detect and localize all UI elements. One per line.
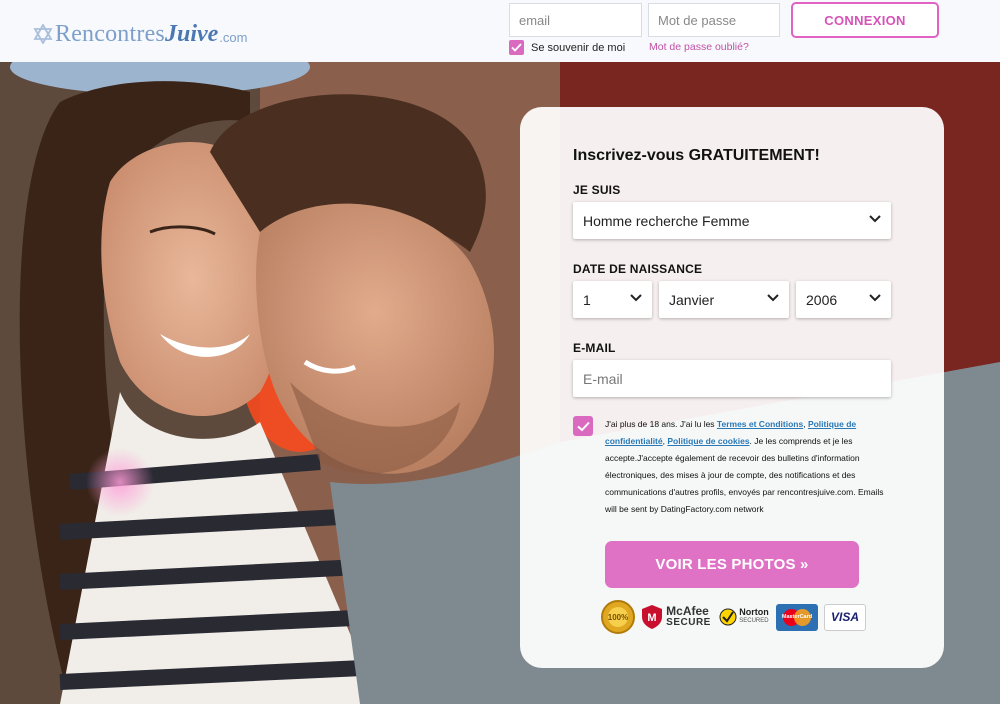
norton-check-icon <box>719 608 737 626</box>
terms-conditions-link[interactable]: Termes et Conditions <box>717 419 803 429</box>
checkbox-checked-icon <box>511 43 522 52</box>
signup-title: Inscrivez-vous GRATUITEMENT! <box>573 147 820 164</box>
norton-badge: Norton SECURED <box>718 599 770 635</box>
terms-text-part: . Je les comprends et je les accepte.J'a… <box>605 436 884 514</box>
view-photos-button[interactable]: VOIR LES PHOTOS » <box>605 541 859 588</box>
visa-badge: VISA <box>824 599 866 635</box>
signup-email-input[interactable]: E-mail <box>573 360 891 397</box>
logo-text-rencontres: Rencontres <box>55 20 165 47</box>
remember-me-checkbox[interactable] <box>509 40 524 55</box>
chevron-down-icon <box>869 294 881 302</box>
terms-checkbox[interactable] <box>573 416 593 436</box>
dob-month-value: Janvier <box>669 291 715 308</box>
remember-me[interactable]: Se souvenir de moi <box>509 40 625 55</box>
dob-day-select[interactable]: 1 <box>573 281 652 318</box>
login-email-input[interactable]: email <box>509 3 642 37</box>
checkbox-checked-icon <box>576 421 590 431</box>
norton-text: Norton <box>739 607 769 617</box>
logo-text-juive: Juive <box>164 20 219 47</box>
chevron-down-icon <box>630 294 642 302</box>
terms-text: J'ai plus de 18 ans. J'ai lu les Termes … <box>605 416 890 518</box>
gender-select-value: Homme recherche Femme <box>583 212 750 229</box>
remember-me-label: Se souvenir de moi <box>531 41 626 54</box>
gender-select[interactable]: Homme recherche Femme <box>573 202 891 239</box>
svg-text:100%: 100% <box>608 613 628 622</box>
logo-text-domain: .com <box>219 29 248 45</box>
star-of-david-icon <box>33 24 53 44</box>
trust-badges: 100% M McAfee SECURE Norton SECURED Mast… <box>600 599 870 635</box>
signup-card: Inscrivez-vous GRATUITEMENT! JE SUIS Hom… <box>520 107 944 668</box>
svg-text:M: M <box>648 612 657 624</box>
cookie-policy-link[interactable]: Politique de cookies <box>667 436 749 446</box>
visa-text: VISA <box>830 610 859 624</box>
login-password-input[interactable]: Mot de passe <box>648 3 780 37</box>
dob-year-value: 2006 <box>806 291 838 308</box>
dob-month-select[interactable]: Janvier <box>659 281 789 318</box>
mcafee-shield-icon: M <box>642 605 663 629</box>
chevron-down-icon <box>869 215 881 223</box>
email-label: E-MAIL <box>573 341 616 355</box>
login-button[interactable]: CONNEXION <box>791 2 939 38</box>
mastercard-text: MasterCard <box>781 614 813 620</box>
chevron-down-icon <box>767 294 779 302</box>
dob-label: DATE DE NAISSANCE <box>573 262 703 276</box>
guarantee-seal-icon: 100% <box>600 599 636 635</box>
dob-year-select[interactable]: 2006 <box>796 281 891 318</box>
mcafee-secure-text: SECURE <box>666 617 711 628</box>
site-header: Rencontres Juive .com email Mot de passe… <box>0 0 1000 62</box>
mcafee-badge: M McAfee SECURE <box>640 599 712 635</box>
forgot-password-link[interactable]: Mot de passe oublié? <box>649 41 749 53</box>
site-logo[interactable]: Rencontres Juive .com <box>33 19 247 49</box>
mastercard-badge: MasterCard <box>776 599 818 635</box>
dob-day-value: 1 <box>583 291 591 308</box>
mcafee-text: McAfee <box>666 604 709 618</box>
norton-secured-text: SECURED <box>739 618 769 624</box>
terms-text-part: J'ai plus de 18 ans. J'ai lu les <box>605 419 717 429</box>
je-suis-label: JE SUIS <box>573 183 621 197</box>
